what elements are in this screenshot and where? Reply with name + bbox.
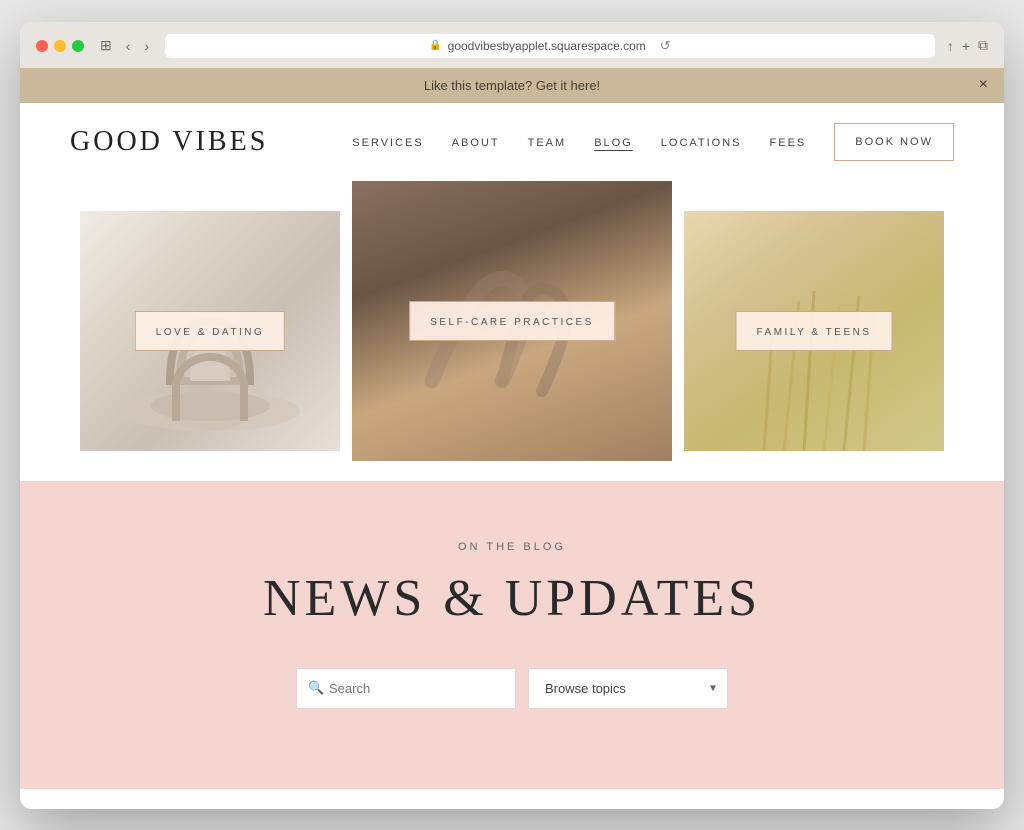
nav-team[interactable]: TEAM xyxy=(528,137,567,149)
search-icon: 🔍 xyxy=(308,680,324,696)
back-button[interactable]: ‹ xyxy=(122,36,135,56)
minimize-traffic-light[interactable] xyxy=(54,40,66,52)
navigation: GOOD VIBES SERVICES ABOUT TEAM BLOG LOCA… xyxy=(20,103,1004,181)
url-text: goodvibesbyapplet.squarespace.com xyxy=(448,39,646,53)
blog-title: NEWS & UPDATES xyxy=(70,569,954,628)
bottom-strip xyxy=(20,789,1004,809)
self-care-label: SELF-CARE PRACTICES xyxy=(409,301,615,341)
self-care-label-text: SELF-CARE PRACTICES xyxy=(430,317,594,328)
blog-eyebrow: ON THE BLOG xyxy=(70,541,954,553)
category-card-love-dating[interactable]: LOVE & DATING xyxy=(80,211,340,451)
lock-icon: 🔒 xyxy=(429,40,441,51)
address-bar[interactable]: 🔒 goodvibesbyapplet.squarespace.com ↺ xyxy=(165,34,935,58)
site-logo[interactable]: GOOD VIBES xyxy=(70,126,268,158)
browse-topics-select[interactable]: Browse topics Love & Dating Self-Care Pr… xyxy=(528,668,728,709)
love-dating-label: LOVE & DATING xyxy=(135,311,285,351)
announcement-banner: Like this template? Get it here! × xyxy=(20,68,1004,103)
window-view-button[interactable]: ⊞ xyxy=(96,35,116,56)
browse-topics-wrapper: Browse topics Love & Dating Self-Care Pr… xyxy=(528,668,728,709)
refresh-icon[interactable]: ↺ xyxy=(660,38,671,54)
category-card-self-care[interactable]: SELF-CARE PRACTICES xyxy=(352,181,672,461)
website-content: Like this template? Get it here! × GOOD … xyxy=(20,68,1004,809)
browser-actions: ↑ + ⧉ xyxy=(947,37,988,54)
search-wrapper: 🔍 xyxy=(296,668,516,709)
nav-links: SERVICES ABOUT TEAM BLOG LOCATIONS FEES … xyxy=(352,123,954,161)
nav-locations[interactable]: LOCATIONS xyxy=(661,137,742,149)
new-tab-button[interactable]: + xyxy=(962,38,970,54)
browser-window: ⊞ ‹ › 🔒 goodvibesbyapplet.squarespace.co… xyxy=(20,22,1004,809)
nav-blog[interactable]: BLOG xyxy=(594,137,633,149)
maximize-traffic-light[interactable] xyxy=(72,40,84,52)
search-input[interactable] xyxy=(296,668,516,709)
traffic-lights xyxy=(36,40,84,52)
banner-close-button[interactable]: × xyxy=(979,76,988,94)
book-now-button[interactable]: BOOK NOW xyxy=(834,123,954,161)
nav-fees[interactable]: FEES xyxy=(770,137,807,149)
categories-grid: LOVE & DATING SELF-CARE PRACTICES xyxy=(20,181,1004,461)
forward-button[interactable]: › xyxy=(140,36,153,56)
nav-services[interactable]: SERVICES xyxy=(352,137,423,149)
announcement-text: Like this template? Get it here! xyxy=(424,78,600,93)
browser-chrome: ⊞ ‹ › 🔒 goodvibesbyapplet.squarespace.co… xyxy=(20,22,1004,68)
blog-search-row: 🔍 Browse topics Love & Dating Self-Care … xyxy=(70,668,954,709)
close-traffic-light[interactable] xyxy=(36,40,48,52)
blog-section: ON THE BLOG NEWS & UPDATES 🔍 Browse topi… xyxy=(20,481,1004,789)
family-teens-label-text: FAMILY & TEENS xyxy=(756,327,871,338)
nav-about[interactable]: ABOUT xyxy=(452,137,500,149)
windows-button[interactable]: ⧉ xyxy=(978,37,988,54)
share-button[interactable]: ↑ xyxy=(947,38,954,54)
family-teens-label: FAMILY & TEENS xyxy=(735,311,892,351)
category-card-family-teens[interactable]: FAMILY & TEENS xyxy=(684,211,944,451)
love-dating-label-text: LOVE & DATING xyxy=(156,327,264,338)
browser-controls: ⊞ ‹ › xyxy=(96,35,153,56)
